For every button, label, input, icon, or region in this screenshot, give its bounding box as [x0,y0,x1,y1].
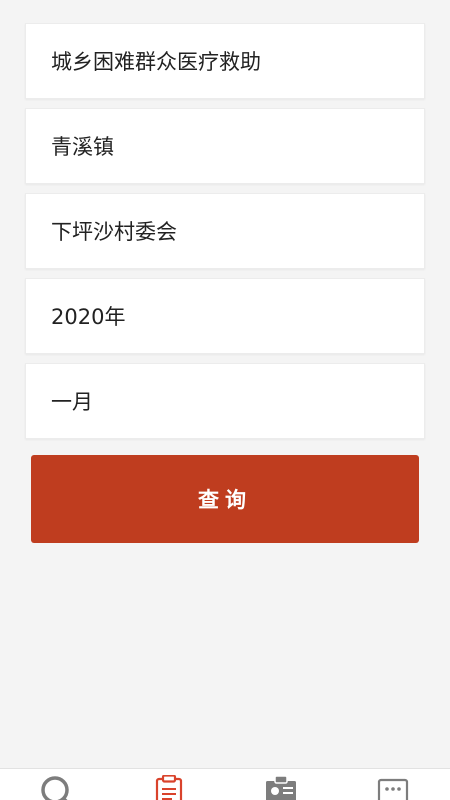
assistance-type-select[interactable]: 城乡困难群众医疗救助 [25,23,425,99]
month-value: 一月 [51,390,93,414]
clipboard-icon [155,775,183,800]
query-page: 城乡困难群众医疗救助 青溪镇 下坪沙村委会 2020年 一月 查询 [0,0,450,800]
tab-search[interactable] [38,775,72,800]
year-value: 2020年 [51,305,126,329]
id-card-icon [266,775,296,800]
query-button[interactable]: 查询 [31,455,419,543]
year-select[interactable]: 2020年 [25,278,425,354]
tab-messages[interactable] [377,775,411,800]
search-icon [41,776,69,800]
tab-records[interactable] [152,775,186,800]
month-select[interactable]: 一月 [25,363,425,439]
village-value: 下坪沙村委会 [51,220,177,244]
bottom-tab-bar [0,768,450,800]
town-select[interactable]: 青溪镇 [25,108,425,184]
message-icon [377,778,409,800]
town-value: 青溪镇 [51,135,114,159]
village-select[interactable]: 下坪沙村委会 [25,193,425,269]
tab-profile[interactable] [264,775,298,800]
query-button-label: 查询 [198,488,252,512]
query-form: 城乡困难群众医疗救助 青溪镇 下坪沙村委会 2020年 一月 [25,23,425,448]
assistance-type-value: 城乡困难群众医疗救助 [51,50,261,74]
